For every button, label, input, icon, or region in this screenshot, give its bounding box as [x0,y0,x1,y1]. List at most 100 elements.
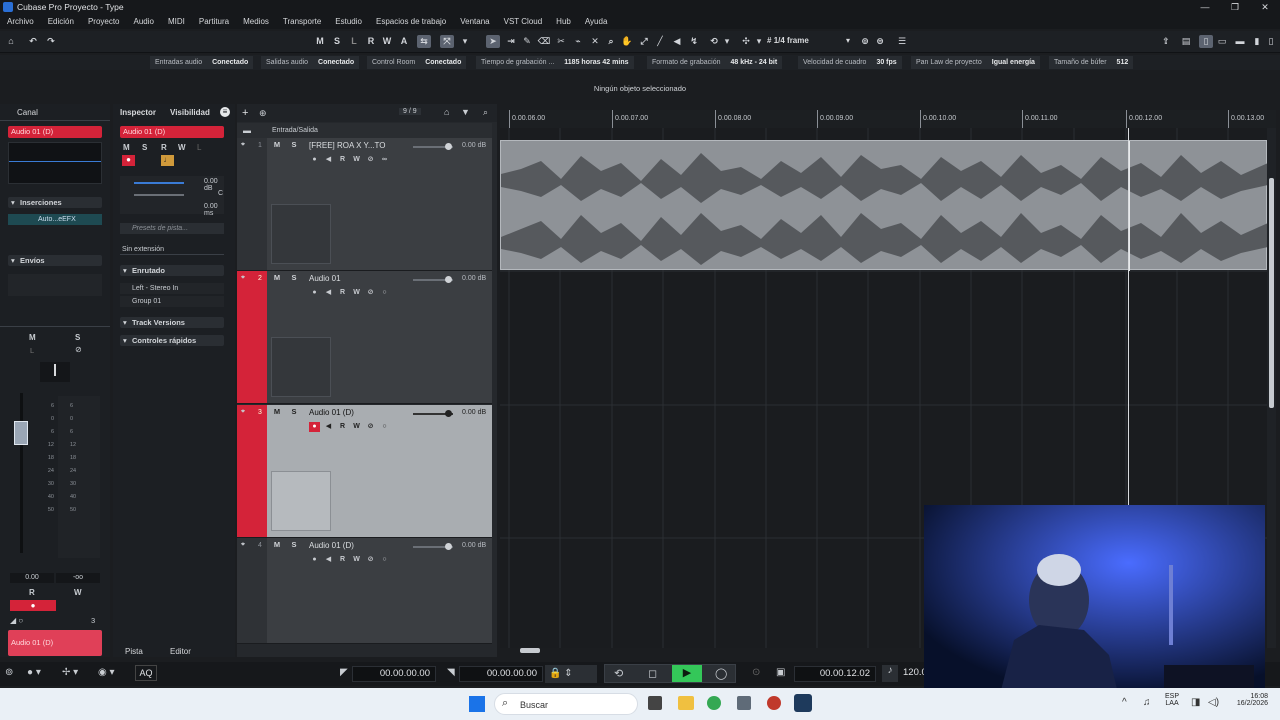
inspector-timebase-icon[interactable]: ♩ [161,155,174,166]
file-explorer-icon[interactable] [678,696,694,710]
section-track-versions[interactable]: Track Versions [120,317,224,328]
inspector-solo[interactable]: S [142,143,147,152]
lanes-icon[interactable]: ○ [379,288,390,298]
menu-medios[interactable]: Medios [243,17,269,26]
menu-transporte[interactable]: Transporte [283,17,321,26]
tempo-display[interactable]: 120.0 [900,666,927,682]
minimize-icon[interactable]: — [1190,2,1220,12]
track-4[interactable]: 4 ⌖ M S Audio 01 (D) 0.00 dB ● ◀ R W ⊘ ○ [237,538,492,644]
status-buffer[interactable]: Tamaño de búfer 512 [1049,56,1134,69]
volume-icon[interactable]: ◁) [1208,697,1219,708]
track-name[interactable]: [FREE] ROA X Y...TO [309,141,385,150]
quantize-select[interactable]: # 1/4 frame ▾ [763,35,853,48]
left-locator-display[interactable]: 00.00.00.00 [352,666,436,682]
inspector-track-name[interactable]: Audio 01 (D) [120,126,224,138]
stop-icon[interactable]: ◻ [648,667,657,680]
search-icon[interactable]: ⊚ [858,35,872,48]
zoom-tool-icon[interactable]: ⌕ [604,35,618,48]
track-solo[interactable]: S [288,407,300,417]
pan-control[interactable] [40,362,70,382]
read-button[interactable]: R [337,155,348,165]
track-solo[interactable]: S [288,540,300,550]
speaker-tool-icon[interactable]: ◀ [670,35,684,48]
lock-icon[interactable]: ⌂ [444,107,449,117]
track-2[interactable]: 2 ⌖ M S Audio 01 0.00 dB ● ◀ R W ⊘ ○ [237,271,492,404]
mute-tool-icon[interactable]: ✕ [588,35,602,48]
play-icon[interactable]: ▶ [672,665,702,682]
status-record-time[interactable]: Tiempo de grabación ... 1185 horas 42 min… [476,56,634,69]
section-envios[interactable]: Envíos [8,255,102,266]
home-icon[interactable]: ⌂ [4,35,18,48]
status-control-room[interactable]: Control Room Conectado [367,56,467,69]
extension-select[interactable]: Sin extensión [120,244,224,255]
cycle-mode-icon[interactable]: ✢ ▾ [62,667,78,678]
track-mute[interactable]: M [271,273,283,283]
record-enable-icon[interactable]: ● [10,600,56,611]
output-routing-select[interactable]: Group 01 [120,296,224,307]
add-folder-icon[interactable]: ⊕ [259,108,267,119]
inspector-mute[interactable]: M [123,143,130,152]
network-icon[interactable]: ◨ [1191,697,1200,708]
toolbar-read[interactable]: R [364,35,378,48]
chevron-up-icon[interactable]: ^ [1122,697,1127,708]
status-frame-rate[interactable]: Velocidad de cuadro 30 fps [798,56,902,69]
layout-rack-icon[interactable]: ▯ [1264,35,1278,48]
track-solo[interactable]: S [288,140,300,150]
position-display[interactable]: 00.00.12.02 [794,666,876,682]
inspector-listen[interactable]: L [197,143,201,152]
microphone-icon[interactable]: ♫ [1143,697,1151,708]
lanes-icon[interactable]: ∞ [379,155,390,165]
write-button[interactable]: W [351,288,362,298]
layout-left-icon[interactable]: ▯ [1199,35,1213,48]
section-inserciones[interactable]: Inserciones [8,197,102,208]
record-icon[interactable]: ● [309,288,320,298]
track-mute[interactable]: M [271,140,283,150]
tab-pista[interactable]: Pista [125,647,143,656]
track-mute[interactable]: M [271,540,283,550]
track-volume-slider[interactable] [413,543,453,550]
volume-readout[interactable]: 0.00 [10,573,54,583]
audio-event[interactable] [500,140,1268,271]
obs-icon[interactable] [767,696,781,710]
lanes-icon[interactable]: ○ [379,555,390,565]
channel-solo[interactable]: S [75,333,80,342]
auto-quantize-icon[interactable]: ◉ ▾ [98,667,115,678]
menu-ayuda[interactable]: Ayuda [585,17,608,26]
list-icon[interactable]: ☰ [895,35,909,48]
menu-espacios[interactable]: Espacios de trabajo [376,17,446,26]
toolbar-listen[interactable]: L [347,35,361,48]
menu-proyecto[interactable]: Proyecto [88,17,120,26]
volume-knob[interactable] [445,276,452,283]
channel-edit-icon[interactable]: ⊘ [75,345,82,354]
channel-read[interactable]: R [29,588,35,597]
track-volume-slider[interactable] [413,143,453,150]
record-icon[interactable]: ● [309,555,320,565]
nudge-icon[interactable]: ⟲ [707,35,721,48]
menu-audio[interactable]: Audio [134,17,154,26]
insert-slot-1[interactable]: Auto...eEFX [8,214,102,225]
read-button[interactable]: R [337,288,348,298]
volume-knob[interactable] [445,410,452,417]
menu-estudio[interactable]: Estudio [335,17,362,26]
tab-canal[interactable]: Canal [17,108,38,117]
track-volume-slider[interactable] [413,276,453,283]
track-1[interactable]: 1 ⌖ M S [FREE] ROA X Y...TO 0.00 dB ● ◀ R W ⊘… [237,138,492,271]
monitor-icon[interactable]: ◀ [323,155,334,165]
toolbar-solo[interactable]: S [330,35,344,48]
chrome-icon[interactable] [707,696,721,710]
volume-fader[interactable] [14,421,28,445]
track-3-selected[interactable]: 3 ⌖ M S Audio 01 (D) 0.00 dB ● ◀ R W ⊘ ○ [237,405,492,538]
toolbar-mute[interactable]: M [313,35,327,48]
status-audio-inputs[interactable]: Entradas audio Conectado [150,56,254,69]
filter-icon[interactable]: ▼ [461,107,470,117]
cubase-taskbar-icon[interactable] [794,694,812,712]
section-controles-rapidos[interactable]: Controles rápidos [120,335,224,346]
inspector-record-icon[interactable]: ● [122,155,135,166]
tempo-icon[interactable]: ♪ [882,665,898,682]
left-locator-icon[interactable]: ◤ [340,667,348,678]
time-display-icon[interactable]: ▣ [776,667,785,678]
color-icon[interactable]: ⊜ [873,35,887,48]
input-routing-select[interactable]: Left - Stereo In [120,283,224,294]
record-icon[interactable]: ◯ [715,667,727,680]
track-mute[interactable]: M [271,407,283,417]
